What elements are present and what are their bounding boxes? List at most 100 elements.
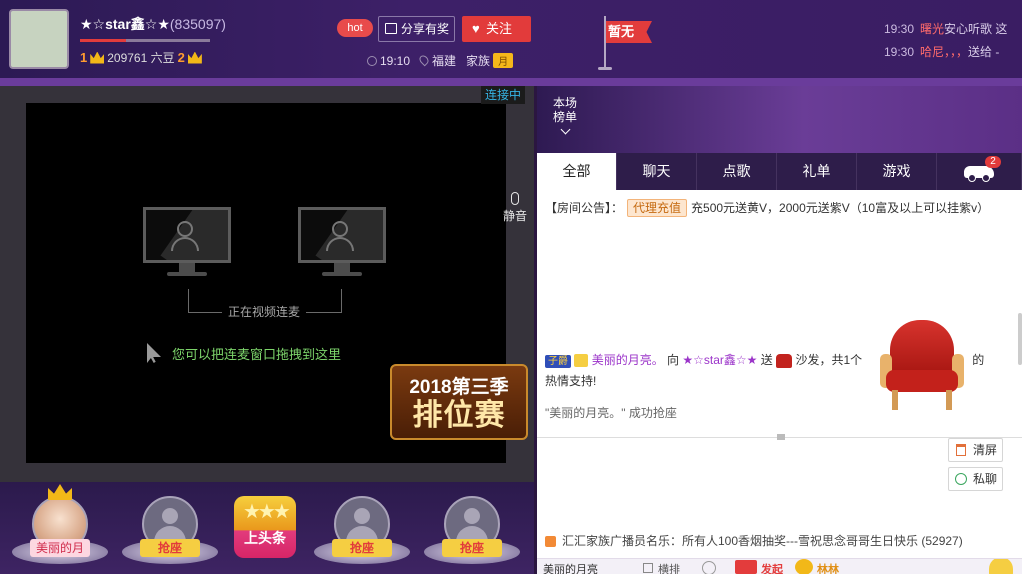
notice-prefix: 【房间公告】： [545, 201, 624, 215]
leaderboard-toggle[interactable]: 本场榜单 [552, 96, 578, 135]
seat-4[interactable]: 抢座 [424, 496, 520, 570]
flag-pole [604, 16, 606, 70]
live-time: 19:10 [367, 54, 410, 68]
anchor-avatar[interactable] [9, 9, 69, 69]
gift-label: 发起 [761, 564, 783, 574]
private-chat-label: 私聊 [973, 472, 998, 486]
horizontal-label: 横排 [658, 564, 680, 574]
speaker-icon [545, 536, 556, 548]
private-chat-icon [955, 473, 967, 485]
ranking-season: 2018第三季 [409, 377, 509, 398]
seat-1[interactable]: 美丽的月 [12, 484, 108, 570]
broadcast-text: 汇汇家族广播员名乐：所有人100香烟抽奖---雪祝思念哥哥生日快乐 (52927… [562, 534, 963, 548]
location-pin-icon [417, 53, 431, 67]
vip-badge: 子爵 [545, 355, 571, 368]
emoji-icon[interactable] [702, 561, 716, 574]
live-time-text: 19:10 [380, 53, 411, 68]
anchor-id: (835097) [169, 16, 226, 32]
room-meta: 19:10 福建 家族月 [367, 52, 514, 69]
room-header: ★☆star鑫☆★(835097) 1 209761 六豆 2 hot 分享有奖… [0, 0, 1022, 78]
grab-seat-message: "美丽的月亮。" 成功抢座 [545, 406, 677, 420]
ticker-time: 19:30 [884, 22, 915, 36]
mute-button[interactable]: 静音 [502, 192, 528, 224]
share-button[interactable]: 分享有奖 [378, 16, 455, 42]
ticker-line: 19:30 哈尼，，，送给 - [884, 43, 1007, 66]
seat-2[interactable]: 抢座 [122, 496, 218, 570]
ranking-title: 排位赛 [412, 399, 506, 432]
share-icon [385, 23, 397, 34]
ticker-text: 送给 - [968, 45, 1000, 59]
notice-tag[interactable]: 代理充值 [627, 199, 688, 217]
mute-label: 静音 [502, 209, 527, 223]
empty-seat-icon [162, 508, 178, 524]
leaderboard-label: 本场榜单 [552, 96, 577, 124]
ranking-match-badge[interactable]: 2018第三季 排位赛 [390, 364, 528, 440]
tab-games[interactable]: 游戏 [857, 153, 937, 190]
empty-seat-icon [464, 508, 480, 524]
private-chat-button[interactable]: 私聊 [948, 467, 1003, 491]
clear-screen-label: 清屏 [973, 443, 998, 457]
level-badge [574, 354, 589, 368]
grab-seat-label: 抢座 [332, 539, 392, 557]
clock-icon [367, 56, 377, 67]
fan-icon[interactable] [795, 559, 813, 574]
clear-screen-button[interactable]: 清屏 [948, 438, 1003, 462]
level-next: 2 [177, 50, 185, 65]
hot-badge: hot [337, 19, 373, 37]
tab-chat[interactable]: 聊天 [617, 153, 697, 190]
grab-seat-label: 抢座 [140, 539, 200, 557]
sofa-gift-icon [880, 320, 964, 416]
bean-count: 209761 六豆 [107, 51, 175, 65]
gift-icon[interactable] [735, 560, 757, 574]
gift-to-word: 向 [667, 353, 680, 367]
linking-status-text: 正在视频连麦 [222, 303, 307, 320]
chat-messages: 【房间公告】： 代理充值 充500元送黄V，2000元送紫V（10富及以上可以挂紫v… [537, 190, 1022, 437]
crown-icon [187, 51, 202, 64]
receiver-name[interactable]: ★☆star鑫☆★ [682, 353, 757, 367]
ticker-time: 19:30 [884, 45, 915, 59]
ticker-text: 安心听歌 这 [944, 22, 1008, 36]
follow-label: 关注 [486, 21, 513, 36]
anchor-name: ★☆star鑫☆★(835097) [80, 14, 226, 34]
tab-song-request[interactable]: 点歌 [697, 153, 777, 190]
gift-line2: 热情支持! [545, 374, 597, 388]
tab-vehicles[interactable]: 2 [937, 153, 1022, 190]
headline-label: 上头条 [244, 530, 286, 546]
ticker-user[interactable]: 哈尼，，， [920, 45, 968, 59]
flag-base [598, 67, 612, 70]
chat-target-select[interactable]: 美丽的月亮 [543, 561, 598, 574]
tab-all[interactable]: 全部 [537, 153, 617, 190]
monitor-icon [298, 207, 386, 277]
level-progress-fill [80, 39, 126, 42]
scrollbar[interactable] [1018, 313, 1022, 365]
chevron-down-icon [560, 124, 570, 135]
monitor-icon [143, 207, 231, 277]
seat-3[interactable]: 抢座 [314, 496, 410, 570]
heart-icon: ♥ [472, 21, 480, 36]
room-notice: 【房间公告】： 代理充值 充500元送黄V，2000元送紫V（10富及以上可以挂紫v… [545, 199, 989, 217]
headline-button[interactable]: ★★★ 上头条 [234, 496, 296, 558]
sender-name[interactable]: 美丽的月亮。 [592, 353, 664, 367]
horizontal-checkbox[interactable] [643, 563, 653, 573]
follow-button[interactable]: ♥ 关注 [462, 16, 531, 42]
leaderboard-bar: 本场榜单 [537, 86, 1022, 153]
header-divider [0, 78, 1022, 86]
gift-send-word: 送 [760, 353, 773, 367]
connection-status: 连接中 [481, 86, 525, 104]
microphone-icon [511, 192, 519, 205]
ticker-line: 19:30 曙光安心听歌 这 [884, 20, 1007, 43]
tab-gift-list[interactable]: 礼单 [777, 153, 857, 190]
level-row: 1 209761 六豆 2 [80, 49, 202, 66]
car-count-badge: 2 [985, 156, 1001, 168]
family-tag: 月 [493, 53, 514, 68]
crown-icon [48, 484, 72, 500]
chat-tabs: 全部 聊天 点歌 礼单 游戏 2 [537, 153, 1022, 190]
notice-text: 充500元送黄V，2000元送紫V（10富及以上可以挂紫v） [691, 201, 990, 215]
share-label: 分享有奖 [401, 22, 450, 36]
ticker-user[interactable]: 曙光 [920, 22, 944, 36]
lightbulb-icon[interactable] [989, 559, 1013, 574]
rank-flag[interactable]: 暂无 [606, 21, 652, 43]
family[interactable]: 家族月 [466, 52, 514, 69]
gift-item: 沙发，共1个 [795, 353, 863, 367]
message-ticker: 19:30 曙光安心听歌 这 19:30 哈尼，，，送给 - [884, 20, 1007, 66]
